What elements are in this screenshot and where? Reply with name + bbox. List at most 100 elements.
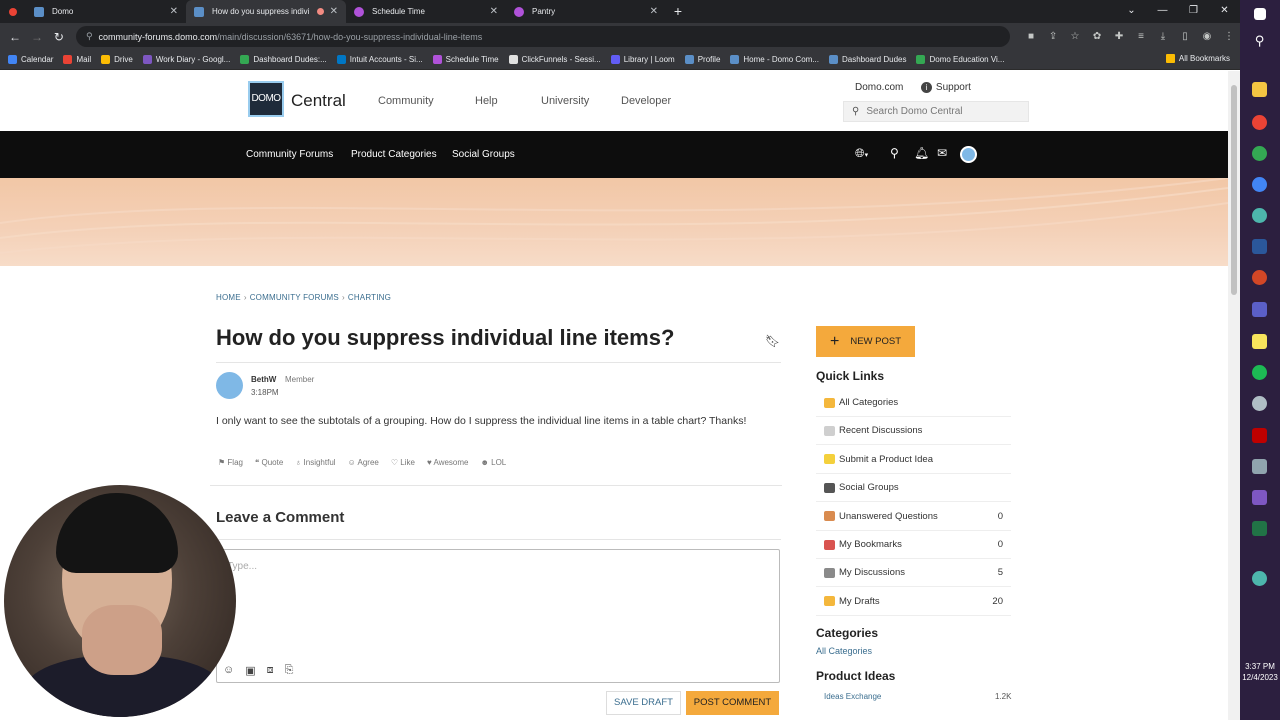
app-icon[interactable] bbox=[1252, 459, 1267, 474]
domo-com-link[interactable]: Domo.com bbox=[855, 82, 903, 93]
all-categories-link[interactable]: All Categories bbox=[816, 646, 872, 656]
extension-icon[interactable]: ✿ bbox=[1086, 31, 1108, 42]
bookmark-item[interactable]: ClickFunnels - Sessi... bbox=[508, 55, 601, 64]
site-info-icon[interactable]: ⚲ bbox=[86, 31, 93, 42]
scrollbar-thumb[interactable] bbox=[1231, 85, 1237, 295]
quick-link-item[interactable]: My Bookmarks 0 bbox=[816, 531, 1011, 559]
clock-date[interactable]: 12/4/2023 bbox=[1240, 672, 1280, 683]
bookmark-item[interactable]: Mail bbox=[63, 55, 91, 64]
tab-close-icon[interactable]: ✕ bbox=[490, 6, 498, 17]
like-reaction[interactable]: ♡ Like bbox=[391, 458, 421, 467]
media-icon[interactable]: ≡ bbox=[1130, 31, 1152, 42]
excel-icon[interactable] bbox=[1252, 521, 1267, 536]
quote-reaction[interactable]: ❝ Quote bbox=[255, 458, 289, 467]
browser-tab-active[interactable]: How do you suppress indivi ✕ bbox=[186, 0, 346, 23]
browser-tab[interactable]: Pantry ✕ bbox=[506, 0, 666, 23]
search-icon[interactable]: ⚲ bbox=[1252, 33, 1267, 48]
word-icon[interactable] bbox=[1252, 239, 1267, 254]
user-avatar-icon[interactable] bbox=[960, 146, 977, 163]
all-bookmarks[interactable]: All Bookmarks bbox=[1165, 54, 1230, 63]
attachment-icon[interactable]: ⎘ bbox=[285, 664, 294, 677]
product-categories-link[interactable]: Product Categories bbox=[351, 149, 437, 160]
browser-tab[interactable]: Schedule Time ✕ bbox=[346, 0, 506, 23]
logo-text[interactable]: Central bbox=[291, 91, 346, 111]
lol-reaction[interactable]: ☻ LOL bbox=[480, 458, 512, 467]
quick-link-item[interactable]: Submit a Product Idea bbox=[816, 446, 1011, 474]
restore-icon[interactable]: ❐ bbox=[1178, 0, 1209, 23]
flag-reaction[interactable]: ⚑ Flag bbox=[218, 458, 249, 467]
bookmark-item[interactable]: Calendar bbox=[8, 55, 53, 64]
close-window-icon[interactable]: ✕ bbox=[1209, 0, 1240, 23]
clock-time[interactable]: 3:37 PM bbox=[1240, 661, 1280, 672]
chrome-icon[interactable] bbox=[1252, 115, 1267, 130]
comment-editor[interactable]: Type... ☺ ▣ ⧈ ⎘ bbox=[216, 549, 780, 683]
post-comment-button[interactable]: POST COMMENT bbox=[686, 691, 779, 715]
page-scrollbar[interactable] bbox=[1228, 71, 1240, 720]
spotify-icon[interactable] bbox=[1252, 365, 1267, 380]
community-forums-link[interactable]: Community Forums bbox=[246, 149, 333, 160]
browser-tab[interactable]: Domo ✕ bbox=[26, 0, 186, 23]
address-bar[interactable]: ⚲ community-forums.domo.com/main/discuss… bbox=[75, 26, 1011, 47]
globe-icon[interactable]: 🌐︎▾ bbox=[855, 146, 868, 161]
bookmark-item[interactable]: Intuit Accounts - Si... bbox=[336, 55, 423, 64]
teams-icon[interactable] bbox=[1252, 302, 1267, 317]
chrome-icon[interactable] bbox=[1252, 146, 1267, 161]
post-author[interactable]: BethW bbox=[251, 375, 276, 384]
quick-link-item[interactable]: My Discussions 5 bbox=[816, 559, 1011, 588]
insightful-reaction[interactable]: ♁ Insightful bbox=[295, 458, 341, 467]
tab-close-icon[interactable]: ✕ bbox=[170, 6, 178, 17]
search-input[interactable]: ⚲ Search Domo Central bbox=[843, 101, 1029, 122]
bookmark-item[interactable]: Home - Domo Com... bbox=[730, 55, 819, 64]
bookmark-item[interactable]: Domo Education Vi... bbox=[916, 55, 1004, 64]
quick-link-item[interactable]: My Drafts 20 bbox=[816, 588, 1011, 616]
app-icon[interactable] bbox=[1252, 396, 1267, 411]
powerpoint-icon[interactable] bbox=[1252, 270, 1267, 285]
tab-close-icon[interactable]: ✕ bbox=[330, 6, 338, 17]
quick-link-item[interactable]: Unanswered Questions 0 bbox=[816, 503, 1011, 531]
emoji-icon[interactable]: ☺ bbox=[223, 664, 234, 677]
image-icon[interactable]: ▣ bbox=[245, 664, 255, 677]
tab-search-icon[interactable]: ⌄ bbox=[1116, 0, 1147, 23]
forward-icon[interactable]: → bbox=[26, 30, 48, 44]
sticky-notes-icon[interactable] bbox=[1252, 334, 1267, 349]
bookmark-item[interactable]: Schedule Time bbox=[432, 55, 499, 64]
tab-close-icon[interactable]: ✕ bbox=[650, 6, 658, 17]
puzzle-icon[interactable]: ✚ bbox=[1108, 31, 1130, 42]
support-link[interactable]: Support bbox=[936, 82, 971, 93]
new-post-button[interactable]: + NEW POST bbox=[816, 326, 915, 357]
bookmark-item[interactable]: Library | Loom bbox=[610, 55, 675, 64]
app-icon[interactable] bbox=[1252, 490, 1267, 505]
new-tab-icon[interactable]: + bbox=[666, 0, 690, 23]
minimize-icon[interactable]: — bbox=[1147, 0, 1178, 23]
profile-icon[interactable]: ◉ bbox=[1196, 31, 1218, 42]
bookmark-item[interactable]: Dashboard Dudes bbox=[828, 55, 906, 64]
nav-developer[interactable]: Developer bbox=[621, 95, 671, 107]
star-icon[interactable]: ☆ bbox=[1064, 31, 1086, 42]
quick-link-item[interactable]: All Categories bbox=[816, 389, 1011, 417]
social-groups-link[interactable]: Social Groups bbox=[452, 149, 515, 160]
chrome-icon[interactable] bbox=[1252, 177, 1267, 192]
nav-help[interactable]: Help bbox=[475, 95, 498, 107]
bookmark-item[interactable]: Profile bbox=[684, 55, 720, 64]
bookmark-icon[interactable]: 🔖︎ bbox=[765, 334, 780, 348]
quick-link-item[interactable]: Social Groups bbox=[816, 474, 1011, 503]
breadcrumb-community-forums[interactable]: COMMUNITY FORUMS bbox=[250, 293, 339, 302]
save-draft-button[interactable]: SAVE DRAFT bbox=[606, 691, 681, 715]
awesome-reaction[interactable]: ♥ Awesome bbox=[427, 458, 475, 467]
camera-icon[interactable]: ■ bbox=[1020, 31, 1042, 42]
breadcrumb-charting[interactable]: CHARTING bbox=[348, 293, 391, 302]
reload-icon[interactable]: ↻ bbox=[48, 30, 70, 44]
file-explorer-icon[interactable] bbox=[1252, 82, 1267, 97]
mail-icon[interactable]: ✉ bbox=[937, 146, 947, 160]
download-icon[interactable]: ⤓ bbox=[1152, 31, 1174, 42]
quick-link-item[interactable]: Recent Discussions bbox=[816, 417, 1011, 446]
bell-icon[interactable]: 🔔︎ bbox=[914, 146, 929, 160]
post-time[interactable]: 3:18PM bbox=[251, 388, 279, 397]
bookmark-item[interactable]: Drive bbox=[101, 55, 133, 64]
nav-university[interactable]: University bbox=[541, 95, 589, 107]
ideas-exchange-link[interactable]: Ideas Exchange bbox=[824, 692, 881, 701]
search-icon[interactable]: ⚲ bbox=[890, 146, 899, 160]
agree-reaction[interactable]: ☺ Agree bbox=[348, 458, 385, 467]
app-icon[interactable] bbox=[1252, 208, 1267, 223]
windows-start-icon[interactable] bbox=[1254, 8, 1266, 20]
